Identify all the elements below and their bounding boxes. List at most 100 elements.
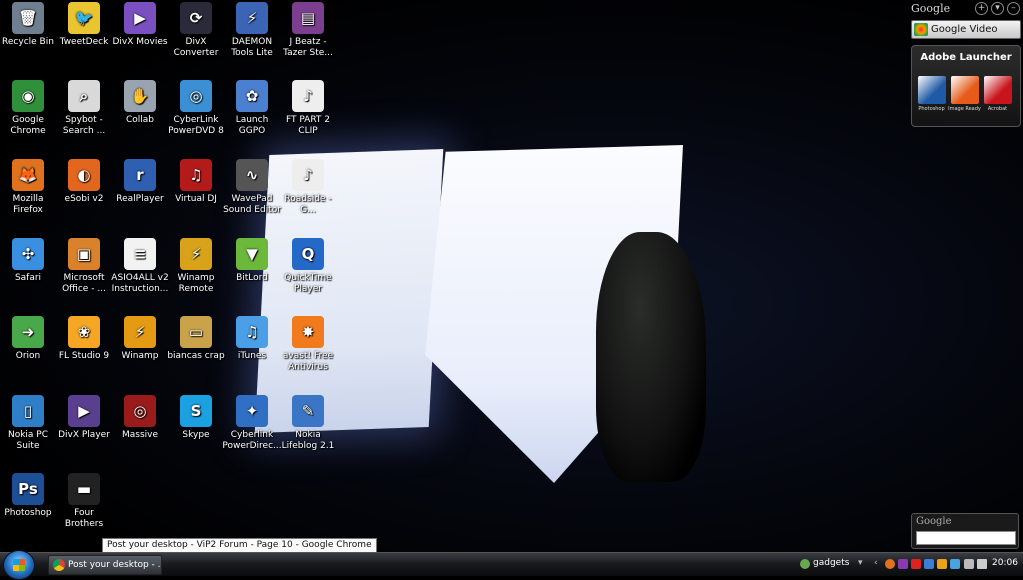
- system-tray: gadgets ▾ ‹ 20:06: [798, 553, 1023, 576]
- desktop-shortcut-label: Nokia Lifeblog 2.1: [281, 430, 335, 451]
- divx-converter-icon: ⟳: [180, 2, 212, 34]
- desktop-shortcut[interactable]: ✋ Collab: [110, 80, 170, 158]
- adobe-app-label: Image Ready: [948, 106, 981, 112]
- tray-app-icon-1[interactable]: [885, 559, 895, 569]
- tray-app-icon-6[interactable]: [950, 559, 960, 569]
- desktop-shortcut[interactable]: ▶ DivX Player: [54, 395, 114, 473]
- desktop-shortcut[interactable]: ♪ Roadside - G...: [278, 159, 338, 237]
- safari-icon: ✣: [12, 238, 44, 270]
- desktop-shortcut-label: Nokia PC Suite: [7, 430, 49, 451]
- network-icon[interactable]: [964, 559, 974, 569]
- volume-icon[interactable]: [977, 559, 987, 569]
- desktop-shortcut-label: DAEMON Tools Lite: [231, 37, 273, 58]
- tweetdeck-icon: 🐦: [68, 2, 100, 34]
- desktop-shortcut[interactable]: 🐦 TweetDeck: [54, 2, 114, 80]
- google-search-input[interactable]: [916, 531, 1016, 545]
- desktop-shortcut-label: biancas crap: [167, 351, 225, 361]
- chevron-down-icon[interactable]: ▾: [991, 2, 1004, 15]
- desktop-shortcut[interactable]: ▶ DivX Movies: [110, 2, 170, 80]
- adobe-app-list: Photoshop Image Ready Acrobat: [915, 76, 1019, 112]
- desktop-shortcut[interactable]: 🗑 Recycle Bin: [0, 2, 58, 80]
- desktop-shortcut[interactable]: ⌕ Spybot - Search ...: [54, 80, 114, 158]
- desktop-shortcut[interactable]: ◎ CyberLink PowerDVD 8: [166, 80, 226, 158]
- desktop-shortcut[interactable]: S Skype: [166, 395, 226, 473]
- adobe-app-label: Acrobat: [987, 106, 1008, 112]
- desktop-shortcut[interactable]: ◉ Google Chrome: [0, 80, 58, 158]
- desktop-shortcut-label: Orion: [15, 351, 41, 361]
- spybot-icon: ⌕: [68, 80, 100, 112]
- desktop-shortcut-label: QuickTime Player: [284, 273, 332, 294]
- desktop-shortcut[interactable]: ▯ Nokia PC Suite: [0, 395, 58, 473]
- clock[interactable]: 20:06: [992, 558, 1018, 568]
- google-video-icon: [914, 23, 928, 36]
- desktop-shortcut[interactable]: ≡ ASIO4ALL v2 Instruction...: [110, 238, 170, 316]
- desktop-shortcut-label: Massive: [121, 430, 159, 440]
- show-hidden-icons-icon[interactable]: ‹: [874, 558, 878, 568]
- taskbar-button-chrome[interactable]: Post your desktop - ...: [48, 555, 162, 575]
- desktop-shortcut[interactable]: Q QuickTime Player: [278, 238, 338, 316]
- desktop-shortcut[interactable]: Ps Photoshop: [0, 473, 58, 551]
- tray-app-icon-2[interactable]: [898, 559, 908, 569]
- desktop-shortcut[interactable]: ⟳ DivX Converter: [166, 2, 226, 80]
- desktop-shortcut[interactable]: 🦊 Mozilla Firefox: [0, 159, 58, 237]
- taskbar-button-label: Post your desktop - ...: [68, 560, 162, 570]
- desktop-shortcut[interactable]: ♫ iTunes: [222, 316, 282, 394]
- divx-movies-icon: ▶: [124, 2, 156, 34]
- desktop-shortcut-label: J Beatz - Tazer Ste...: [283, 37, 333, 58]
- desktop-shortcut-label: avast! Free Antivirus: [282, 351, 334, 372]
- chrome-icon: [53, 559, 65, 571]
- sidebar-gadgets: Google + ▾ – Google Video Adobe Launcher…: [911, 0, 1023, 552]
- ms-office-icon: ▣: [68, 238, 100, 270]
- photoshop-feather-icon: [917, 76, 946, 104]
- tray-app-icon-4[interactable]: [924, 559, 934, 569]
- add-gadget-icon[interactable]: +: [975, 2, 988, 15]
- adobe-app-launcher[interactable]: Photoshop: [915, 76, 948, 112]
- desktop-shortcut-label: ASIO4ALL v2 Instruction...: [111, 273, 169, 294]
- desktop-shortcut[interactable]: ✣ Safari: [0, 238, 58, 316]
- powerdvd-icon: ◎: [180, 80, 212, 112]
- tray-app-icon-5[interactable]: [937, 559, 947, 569]
- desktop-shortcut-label: Launch GGPO: [235, 115, 269, 136]
- desktop-shortcut[interactable]: ➜ Orion: [0, 316, 58, 394]
- desktop-shortcut[interactable]: ✎ Nokia Lifeblog 2.1: [278, 395, 338, 473]
- desktop-shortcut-label: eSobi v2: [64, 194, 104, 204]
- desktop-shortcut[interactable]: ◎ Massive: [110, 395, 170, 473]
- desktop-shortcut[interactable]: ⚡ Winamp: [110, 316, 170, 394]
- sidebar-header: Google + ▾ –: [911, 0, 1023, 16]
- google-video-gadget[interactable]: Google Video: [911, 20, 1021, 39]
- adobe-app-launcher[interactable]: Image Ready: [948, 76, 981, 112]
- desktop-shortcut[interactable]: r RealPlayer: [110, 159, 170, 237]
- adobe-app-launcher[interactable]: Acrobat: [981, 76, 1014, 112]
- desktop-shortcut[interactable]: ⚡ DAEMON Tools Lite: [222, 2, 282, 80]
- google-gadgets-logo: Google: [911, 2, 951, 15]
- desktop-shortcut[interactable]: ◐ eSobi v2: [54, 159, 114, 237]
- desktop-shortcut[interactable]: ♪ FT PART 2 CLIP: [278, 80, 338, 158]
- desktop-shortcut-label: Spybot - Search ...: [62, 115, 106, 136]
- desktop-shortcut[interactable]: ▼ BitLord: [222, 238, 282, 316]
- desktop-shortcut-label: Winamp: [121, 351, 159, 361]
- mp3-file-icon: ♪: [292, 159, 324, 191]
- desktop-shortcut[interactable]: ❀ FL Studio 9: [54, 316, 114, 394]
- desktop-shortcut[interactable]: ▣ Microsoft Office - ...: [54, 238, 114, 316]
- taskbar-tooltip: Post your desktop - ViP2 Forum - Page 10…: [102, 538, 377, 553]
- adobe-app-label: Photoshop: [918, 106, 945, 112]
- desktop-shortcut-label: Google Chrome: [10, 115, 46, 136]
- start-button[interactable]: [3, 550, 35, 580]
- esobi-icon: ◐: [68, 159, 100, 191]
- desktop-shortcut[interactable]: ♫ Virtual DJ: [166, 159, 226, 237]
- desktop-shortcut[interactable]: ✸ avast! Free Antivirus: [278, 316, 338, 394]
- gadgets-toolbar-label[interactable]: gadgets: [813, 558, 849, 568]
- minimize-icon[interactable]: –: [1007, 2, 1020, 15]
- desktop-shortcut-label: Photoshop: [4, 508, 52, 518]
- google-search-gadget: Google: [911, 513, 1019, 549]
- desktop-shortcut[interactable]: ∿ WavePad Sound Editor: [222, 159, 282, 237]
- desktop-shortcut[interactable]: ▭ biancas crap: [166, 316, 226, 394]
- imageready-icon: [950, 76, 979, 104]
- toolbar-chevron-icon[interactable]: ▾: [858, 558, 863, 568]
- tray-app-icon-3[interactable]: [911, 559, 921, 569]
- desktop-shortcut[interactable]: ✦ Cyberlink PowerDirec...: [222, 395, 282, 473]
- desktop-shortcut[interactable]: ▤ J Beatz - Tazer Ste...: [278, 2, 338, 80]
- desktop-shortcut[interactable]: ✿ Launch GGPO: [222, 80, 282, 158]
- recycle-bin-icon: 🗑: [12, 2, 44, 34]
- desktop-shortcut[interactable]: ⚡ Winamp Remote: [166, 238, 226, 316]
